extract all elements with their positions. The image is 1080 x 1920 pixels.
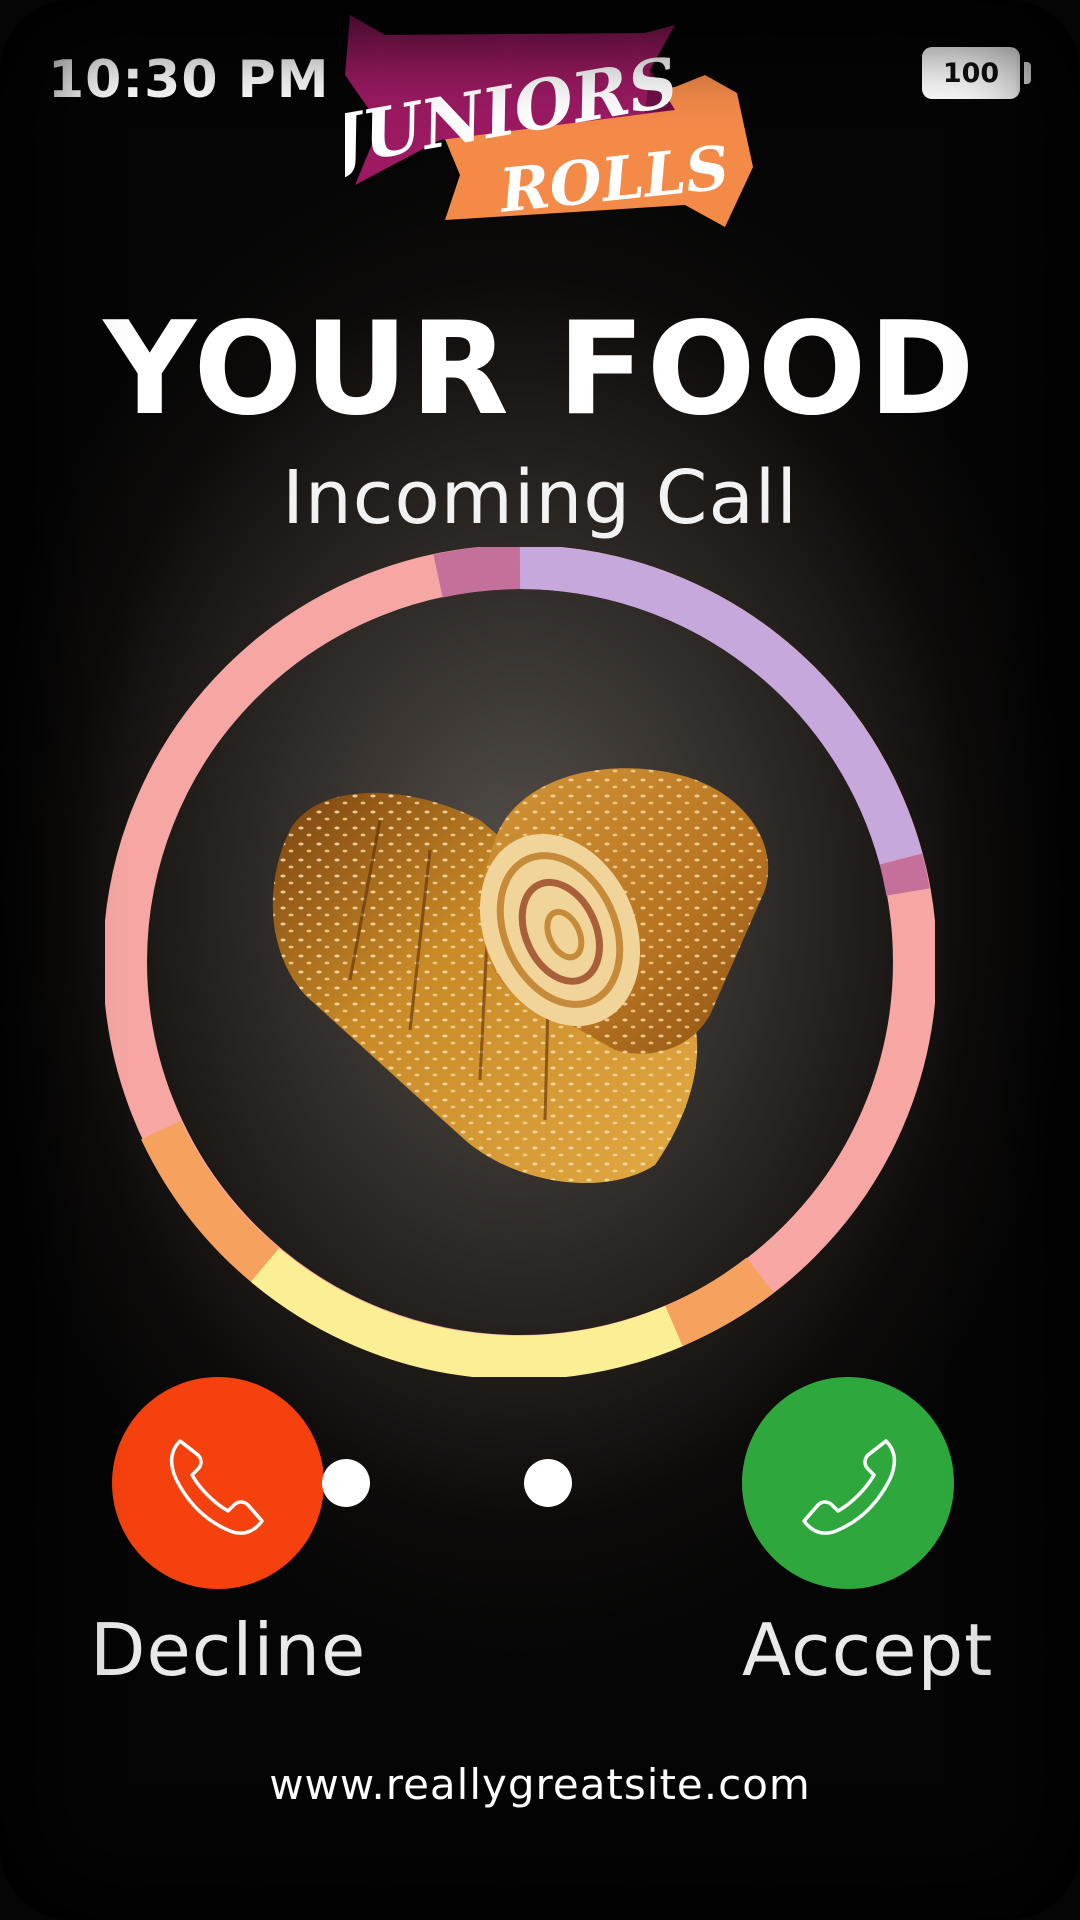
decline-label: Decline — [90, 1608, 367, 1692]
battery-indicator: 100 — [922, 47, 1020, 99]
ring-segment-mauve-right — [879, 853, 930, 896]
accept-button[interactable] — [742, 1377, 954, 1589]
swipe-indicator-dot — [322, 1459, 370, 1507]
incoming-call-screen: 10:30 PM 100 JUNIORS ROLLS YOUR FOOD Inc… — [0, 0, 1080, 1920]
brand-logo: JUNIORS ROLLS — [345, 15, 753, 227]
ring-segment-mauve-top — [433, 547, 521, 598]
call-status: Incoming Call — [282, 455, 798, 541]
caller-name: YOUR FOOD — [103, 295, 977, 444]
ring-segment-orange-right — [664, 1257, 774, 1347]
website-link[interactable]: www.reallygreatsite.com — [0, 1760, 1080, 1809]
decline-button[interactable] — [112, 1377, 324, 1589]
caller-photo — [272, 768, 769, 1184]
phone-handset-icon — [169, 1439, 264, 1535]
phone-handset-icon — [802, 1439, 897, 1535]
ring-segment-yellow — [250, 1248, 683, 1377]
status-time: 10:30 PM — [48, 50, 330, 110]
battery-tip — [1024, 62, 1031, 84]
ring-segment-orange-left — [141, 1120, 280, 1282]
swipe-indicator-dot — [524, 1459, 572, 1507]
accept-label: Accept — [742, 1608, 994, 1692]
